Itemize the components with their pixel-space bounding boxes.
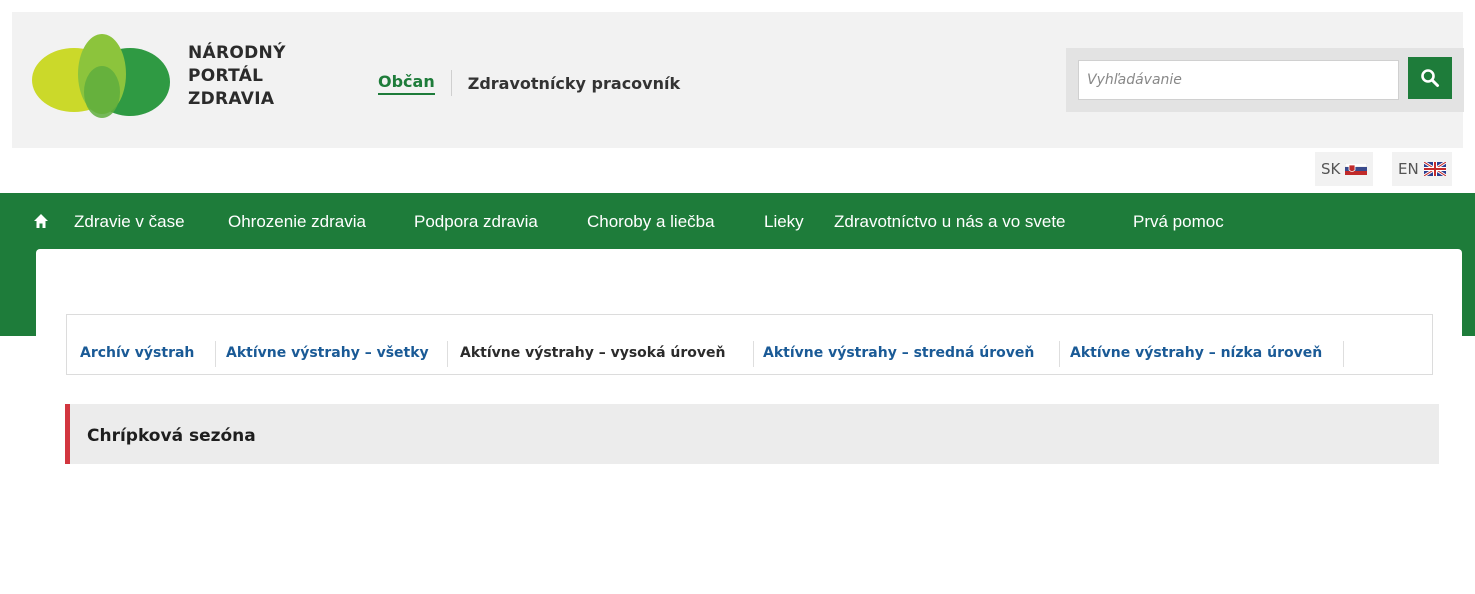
subnav-divider: [447, 341, 448, 367]
subnav-archiv-vystrah[interactable]: Archív výstrah: [80, 345, 194, 361]
subnav-aktivne-vsetky[interactable]: Aktívne výstrahy – všetky: [226, 345, 429, 361]
subnav-aktivne-stredna[interactable]: Aktívne výstrahy – stredná úroveň: [763, 345, 1034, 361]
nav-podpora-zdravia[interactable]: Podpora zdravia: [414, 212, 538, 232]
subnav-divider: [1059, 341, 1060, 367]
subnav-divider: [1343, 341, 1344, 367]
language-en-label: EN: [1398, 160, 1419, 178]
nav-zdravotnictvo[interactable]: Zdravotníctvo u nás a vo svete: [834, 212, 1066, 232]
portal-name[interactable]: NÁRODNÝ PORTÁL ZDRAVIA: [188, 42, 286, 111]
portal-name-line-2: PORTÁL: [188, 66, 264, 86]
slovak-flag-icon: [1345, 163, 1368, 175]
nav-lieky[interactable]: Lieky: [764, 212, 804, 232]
tab-zdravotnicky-pracovnik[interactable]: Zdravotnícky pracovník: [468, 74, 680, 93]
audience-tabs: Občan Zdravotnícky pracovník: [378, 70, 680, 96]
alert-title[interactable]: Chrípková sezóna: [87, 426, 256, 446]
subnav-divider: [215, 341, 216, 367]
subnav-aktivne-vysoka[interactable]: Aktívne výstrahy – vysoká úroveň: [460, 345, 725, 361]
subnav-divider: [753, 341, 754, 367]
tab-obcan[interactable]: Občan: [378, 72, 435, 95]
language-en[interactable]: EN: [1392, 152, 1452, 186]
uk-flag-icon: [1423, 162, 1446, 176]
language-sk-label: SK: [1321, 160, 1341, 178]
portal-logo[interactable]: [32, 32, 172, 122]
portal-name-line-3: ZDRAVIA: [188, 89, 275, 109]
subnav-aktivne-nizka[interactable]: Aktívne výstrahy – nízka úroveň: [1070, 345, 1322, 361]
home-icon[interactable]: [33, 213, 49, 229]
tab-divider: [450, 70, 452, 96]
nav-zdravie-v-case[interactable]: Zdravie v čase: [74, 212, 185, 232]
search-input[interactable]: [1078, 60, 1399, 100]
language-sk[interactable]: SK: [1315, 152, 1374, 186]
search-icon: [1421, 69, 1439, 87]
alerts-subnav: Archív výstrah Aktívne výstrahy – všetky…: [66, 314, 1433, 375]
nav-ohrozenie-zdravia[interactable]: Ohrozenie zdravia: [228, 212, 366, 232]
search-box: [1066, 48, 1464, 112]
nav-prva-pomoc[interactable]: Prvá pomoc: [1133, 212, 1224, 232]
site-header: NÁRODNÝ PORTÁL ZDRAVIA Občan Zdravotníck…: [12, 12, 1464, 148]
nav-choroby-a-liecba[interactable]: Choroby a liečba: [587, 212, 715, 232]
alert-item[interactable]: Chrípková sezóna: [65, 404, 1439, 464]
portal-name-line-1: NÁRODNÝ: [188, 43, 286, 63]
search-button[interactable]: [1408, 57, 1452, 99]
